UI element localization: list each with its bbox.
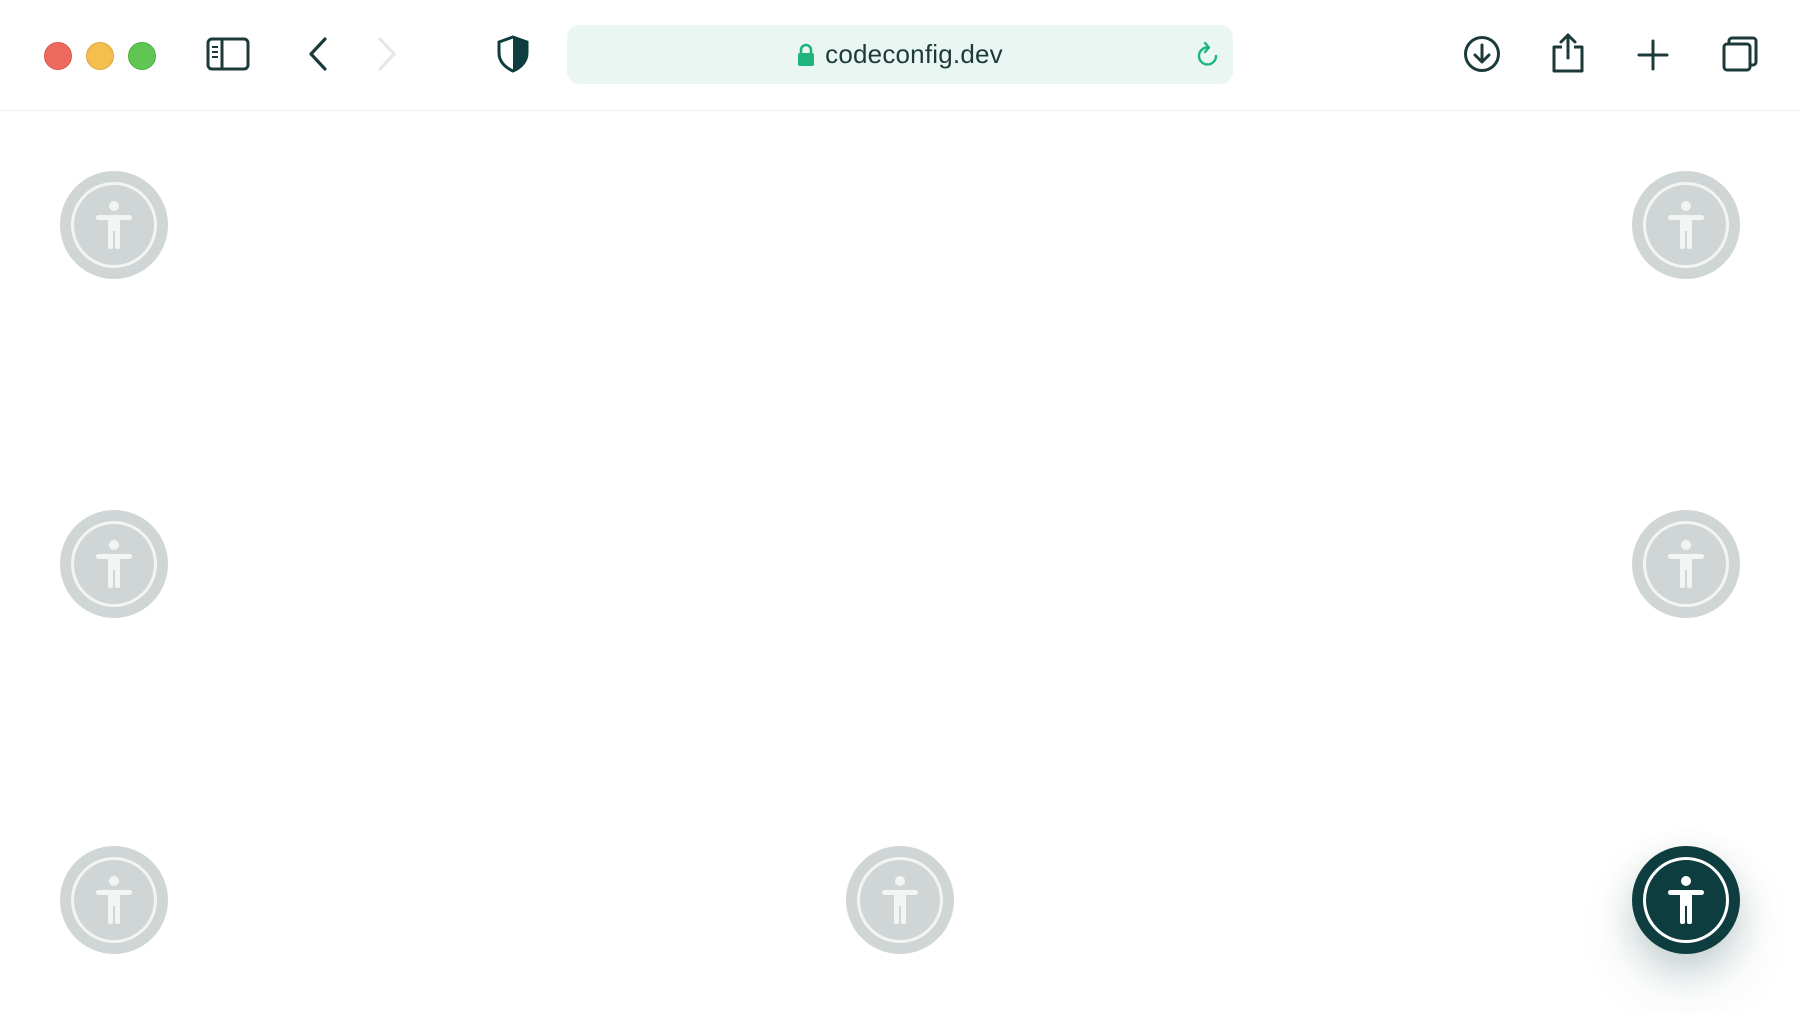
- sidebar-icon: [206, 37, 250, 71]
- accessibility-icon: [1668, 540, 1704, 588]
- lock-icon: [797, 43, 815, 67]
- window-close-button[interactable]: [44, 42, 72, 70]
- reload-icon: [1197, 41, 1218, 66]
- tab-overview-button[interactable]: [1718, 32, 1762, 76]
- tabs-icon: [1722, 36, 1758, 72]
- accessibility-icon: [1668, 876, 1704, 924]
- accessibility-icon: [96, 540, 132, 588]
- accessibility-button-middle-left[interactable]: [60, 510, 168, 618]
- window-maximize-button[interactable]: [128, 42, 156, 70]
- accessibility-button-bottom-left[interactable]: [60, 846, 168, 954]
- forward-button[interactable]: [367, 34, 407, 74]
- accessibility-icon: [882, 876, 918, 924]
- browser-toolbar: codeconfig.dev: [0, 0, 1800, 111]
- accessibility-button-bottom-center[interactable]: [846, 846, 954, 954]
- privacy-report-button[interactable]: [492, 32, 534, 76]
- sidebar-toggle-button[interactable]: [204, 34, 252, 74]
- reload-button[interactable]: [1195, 41, 1221, 74]
- accessibility-button-bottom-right[interactable]: [1632, 846, 1740, 954]
- url-text: codeconfig.dev: [825, 39, 1003, 69]
- accessibility-icon: [96, 876, 132, 924]
- downloads-button[interactable]: [1460, 32, 1504, 76]
- page-content: [0, 111, 1800, 1014]
- accessibility-icon: [96, 201, 132, 249]
- share-icon: [1552, 33, 1584, 73]
- back-button[interactable]: [298, 34, 338, 74]
- share-button[interactable]: [1546, 30, 1590, 76]
- window-minimize-button[interactable]: [86, 42, 114, 70]
- plus-icon: [1637, 39, 1669, 71]
- shield-icon: [497, 35, 529, 73]
- address-bar[interactable]: codeconfig.dev: [567, 25, 1233, 84]
- accessibility-icon: [1668, 201, 1704, 249]
- accessibility-button-top-left[interactable]: [60, 171, 168, 279]
- download-icon: [1464, 36, 1500, 72]
- accessibility-button-middle-right[interactable]: [1632, 510, 1740, 618]
- back-icon: [309, 37, 327, 71]
- forward-icon: [378, 37, 396, 71]
- accessibility-button-top-right[interactable]: [1632, 171, 1740, 279]
- new-tab-button[interactable]: [1632, 34, 1674, 76]
